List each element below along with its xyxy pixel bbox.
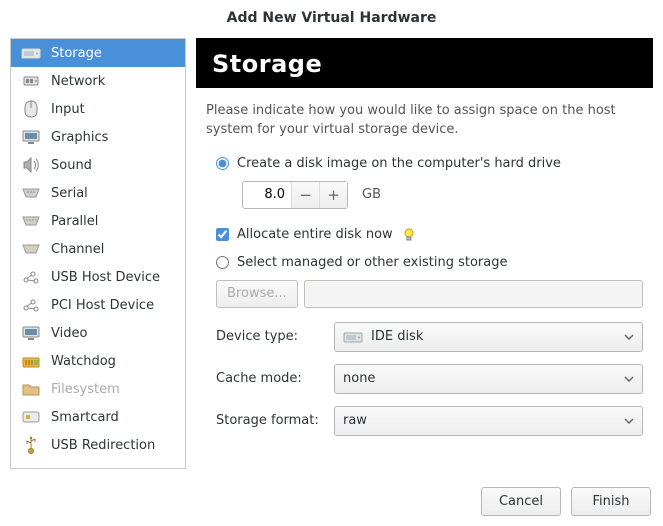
browse-button[interactable]: Browse...	[216, 280, 298, 308]
channel-icon	[21, 240, 41, 258]
sidebar-item-network[interactable]: Network	[11, 67, 185, 95]
sidebar-item-input[interactable]: Input	[11, 95, 185, 123]
sidebar-item-label: PCI Host Device	[51, 298, 154, 313]
device-type-label: Device type:	[216, 329, 326, 344]
storage-format-label: Storage format:	[216, 413, 326, 428]
sidebar-item-label: Channel	[51, 242, 104, 257]
sidebar-item-usb-redir[interactable]: USB Redirection	[11, 431, 185, 459]
sidebar-item-label: Storage	[51, 46, 102, 61]
storage-form: Create a disk image on the computer's ha…	[196, 144, 653, 436]
sidebar-item-sound[interactable]: Sound	[11, 151, 185, 179]
size-input[interactable]	[243, 182, 291, 208]
select-storage-row: Select managed or other existing storage	[216, 255, 643, 270]
sidebar-item-label: Serial	[51, 186, 88, 201]
content-area: Storage Network Input Graphics	[0, 38, 663, 477]
sidebar-item-video[interactable]: Video	[11, 319, 185, 347]
storage-path-input[interactable]	[304, 280, 643, 308]
cache-mode-combo[interactable]: none	[334, 364, 643, 394]
sidebar-item-usb-host[interactable]: USB Host Device	[11, 263, 185, 291]
chevron-down-icon	[624, 418, 634, 424]
sidebar-item-watchdog[interactable]: Watchdog	[11, 347, 185, 375]
sidebar-item-channel[interactable]: Channel	[11, 235, 185, 263]
sidebar-item-label: USB Host Device	[51, 270, 160, 285]
monitor-icon	[21, 128, 41, 146]
size-increment-button[interactable]: +	[319, 182, 347, 208]
sidebar-item-label: Video	[51, 326, 87, 341]
disk-icon	[343, 330, 363, 344]
add-hardware-window: Add New Virtual Hardware Storage Network	[0, 0, 663, 526]
size-decrement-button[interactable]: −	[291, 182, 319, 208]
browse-row: Browse...	[216, 280, 643, 308]
usb-redir-icon	[21, 436, 41, 454]
create-disk-row: Create a disk image on the computer's ha…	[216, 156, 643, 171]
size-unit-label: GB	[362, 187, 381, 202]
parallel-icon	[21, 212, 41, 230]
size-spinner: − +	[242, 181, 348, 209]
speaker-icon	[21, 156, 41, 174]
sidebar-item-filesystem[interactable]: Filesystem	[11, 375, 185, 403]
storage-format-value: raw	[343, 413, 367, 428]
storage-format-combo[interactable]: raw	[334, 406, 643, 436]
cache-mode-label: Cache mode:	[216, 371, 326, 386]
sidebar-item-pci-host[interactable]: PCI Host Device	[11, 291, 185, 319]
sidebar-item-label: Sound	[51, 158, 92, 173]
panel-heading: Storage	[196, 38, 653, 88]
usb-host-icon	[21, 268, 41, 286]
allocate-label: Allocate entire disk now	[237, 227, 393, 242]
sidebar-item-parallel[interactable]: Parallel	[11, 207, 185, 235]
lightbulb-icon	[401, 227, 417, 243]
create-disk-label: Create a disk image on the computer's ha…	[237, 156, 561, 171]
hardware-sidebar: Storage Network Input Graphics	[10, 38, 186, 469]
sidebar-item-label: Watchdog	[51, 354, 116, 369]
sidebar-item-serial[interactable]: Serial	[11, 179, 185, 207]
sidebar-item-label: Parallel	[51, 214, 98, 229]
sidebar-item-storage[interactable]: Storage	[11, 39, 185, 67]
footer: Cancel Finish	[0, 477, 663, 526]
sidebar-item-label: Network	[51, 74, 105, 89]
smartcard-icon	[21, 408, 41, 426]
cache-mode-value: none	[343, 371, 375, 386]
pci-host-icon	[21, 296, 41, 314]
cancel-button[interactable]: Cancel	[481, 487, 561, 516]
allocate-checkbox[interactable]	[216, 228, 229, 241]
main-panel: Storage Please indicate how you would li…	[196, 38, 653, 469]
sidebar-item-label: Smartcard	[51, 410, 119, 425]
sidebar-item-label: USB Redirection	[51, 438, 155, 453]
chevron-down-icon	[624, 376, 634, 382]
allocate-row: Allocate entire disk now	[216, 227, 643, 243]
device-type-value: IDE disk	[371, 329, 423, 344]
size-row: − + GB	[242, 181, 643, 209]
select-storage-radio[interactable]	[216, 256, 229, 269]
serial-icon	[21, 184, 41, 202]
folder-icon	[21, 380, 41, 398]
device-options: Device type: IDE disk Cache mode: none	[216, 322, 643, 436]
sidebar-item-label: Graphics	[51, 130, 108, 145]
watchdog-icon	[21, 352, 41, 370]
storage-icon	[21, 44, 41, 62]
create-disk-radio[interactable]	[216, 157, 229, 170]
select-storage-label: Select managed or other existing storage	[237, 255, 507, 270]
mouse-icon	[21, 100, 41, 118]
finish-button[interactable]: Finish	[571, 487, 651, 516]
sidebar-item-graphics[interactable]: Graphics	[11, 123, 185, 151]
sidebar-item-label: Filesystem	[51, 382, 120, 397]
panel-description: Please indicate how you would like to as…	[196, 88, 653, 144]
sidebar-item-smartcard[interactable]: Smartcard	[11, 403, 185, 431]
sidebar-item-label: Input	[51, 102, 85, 117]
network-icon	[21, 72, 41, 90]
video-icon	[21, 324, 41, 342]
chevron-down-icon	[624, 334, 634, 340]
window-title: Add New Virtual Hardware	[0, 0, 663, 38]
device-type-combo[interactable]: IDE disk	[334, 322, 643, 352]
